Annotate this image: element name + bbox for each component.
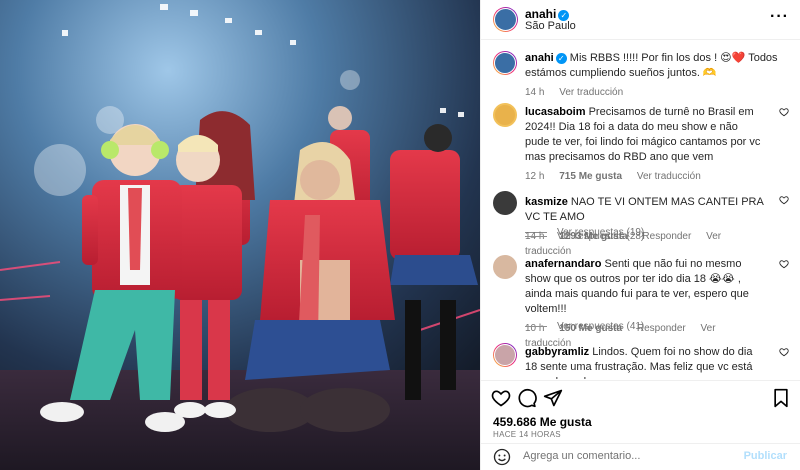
- like-comment-heart-icon[interactable]: [779, 107, 789, 117]
- post-photo[interactable]: [0, 0, 480, 470]
- comment-item: lucasaboim Precisamos de turnê no Brasil…: [493, 103, 789, 238]
- caption-username[interactable]: anahi: [525, 52, 554, 64]
- publish-button[interactable]: Publicar: [744, 450, 787, 462]
- post-location[interactable]: São Paulo: [525, 20, 576, 32]
- see-translation-link[interactable]: Ver traducción: [559, 87, 623, 98]
- share-send-icon[interactable]: [543, 388, 563, 408]
- emoji-icon[interactable]: [493, 448, 511, 466]
- comment-bubble-icon[interactable]: [517, 388, 537, 408]
- commenter-username[interactable]: anafernandaro: [525, 258, 601, 270]
- comments-section[interactable]: anahi ✓ Mis RBBS !!!!! Por fin los dos ! …: [481, 41, 800, 379]
- comment-item: gabbyramliz Lindos. Quem foi no show do …: [493, 343, 789, 379]
- like-comment-heart-icon[interactable]: [779, 195, 789, 205]
- author-avatar[interactable]: [493, 7, 518, 32]
- author-username[interactable]: anahi: [525, 7, 556, 21]
- comment-meta: 12 h 715 Me gusta Ver traducción: [525, 169, 765, 184]
- concert-photo: [0, 0, 480, 470]
- likes-count[interactable]: 459.686 Me gusta: [493, 415, 592, 429]
- comment-time: 12 h: [525, 171, 545, 182]
- post-actions: 459.686 Me gusta HACE 14 HORAS Agrega un…: [481, 380, 800, 470]
- post-detail-panel: anahi ✓ São Paulo ··· anahi ✓ Mis RBBS !!!…: [480, 0, 800, 470]
- comment-input[interactable]: Agrega un comentario...: [523, 450, 640, 462]
- like-comment-heart-icon[interactable]: [779, 259, 789, 269]
- verified-badge-icon: ✓: [555, 53, 567, 64]
- like-heart-icon[interactable]: [491, 388, 511, 408]
- caption-meta: 14 h Ver traducción: [525, 85, 785, 100]
- commenter-avatar[interactable]: [493, 191, 517, 215]
- add-comment-bar: Agrega un comentario... Publicar: [481, 443, 800, 470]
- caption-time: 14 h: [525, 87, 545, 98]
- commenter-avatar[interactable]: [493, 255, 517, 279]
- view-replies-link[interactable]: Ver respuestas (41): [525, 321, 644, 332]
- caption-avatar[interactable]: [493, 51, 517, 75]
- reply-link[interactable]: Responder: [642, 231, 691, 242]
- like-comment-heart-icon[interactable]: [779, 347, 789, 357]
- save-bookmark-icon[interactable]: [771, 388, 791, 408]
- view-replies-link[interactable]: Ver respuestas (28): [525, 231, 644, 242]
- caption: anahi ✓ Mis RBBS !!!!! Por fin los dos ! …: [493, 51, 789, 101]
- comment-likes[interactable]: 715 Me gusta: [559, 171, 622, 182]
- commenter-username[interactable]: lucasaboim: [525, 106, 586, 118]
- more-options-icon[interactable]: ···: [770, 8, 789, 26]
- see-translation-link[interactable]: Ver traducción: [637, 171, 701, 182]
- comment-item: kasmize NAO TE VI ONTEM MAS CANTEI PRA V…: [493, 191, 789, 257]
- commenter-username[interactable]: gabbyramliz: [525, 346, 589, 358]
- comment-item: anafernandaro Senti que não fui no mesmo…: [493, 255, 789, 349]
- commenter-avatar[interactable]: [493, 103, 517, 127]
- commenter-avatar[interactable]: [493, 343, 517, 367]
- post-time: HACE 14 HORAS: [493, 430, 561, 439]
- post-header: anahi ✓ São Paulo ···: [481, 0, 800, 40]
- commenter-username[interactable]: kasmize: [525, 196, 568, 208]
